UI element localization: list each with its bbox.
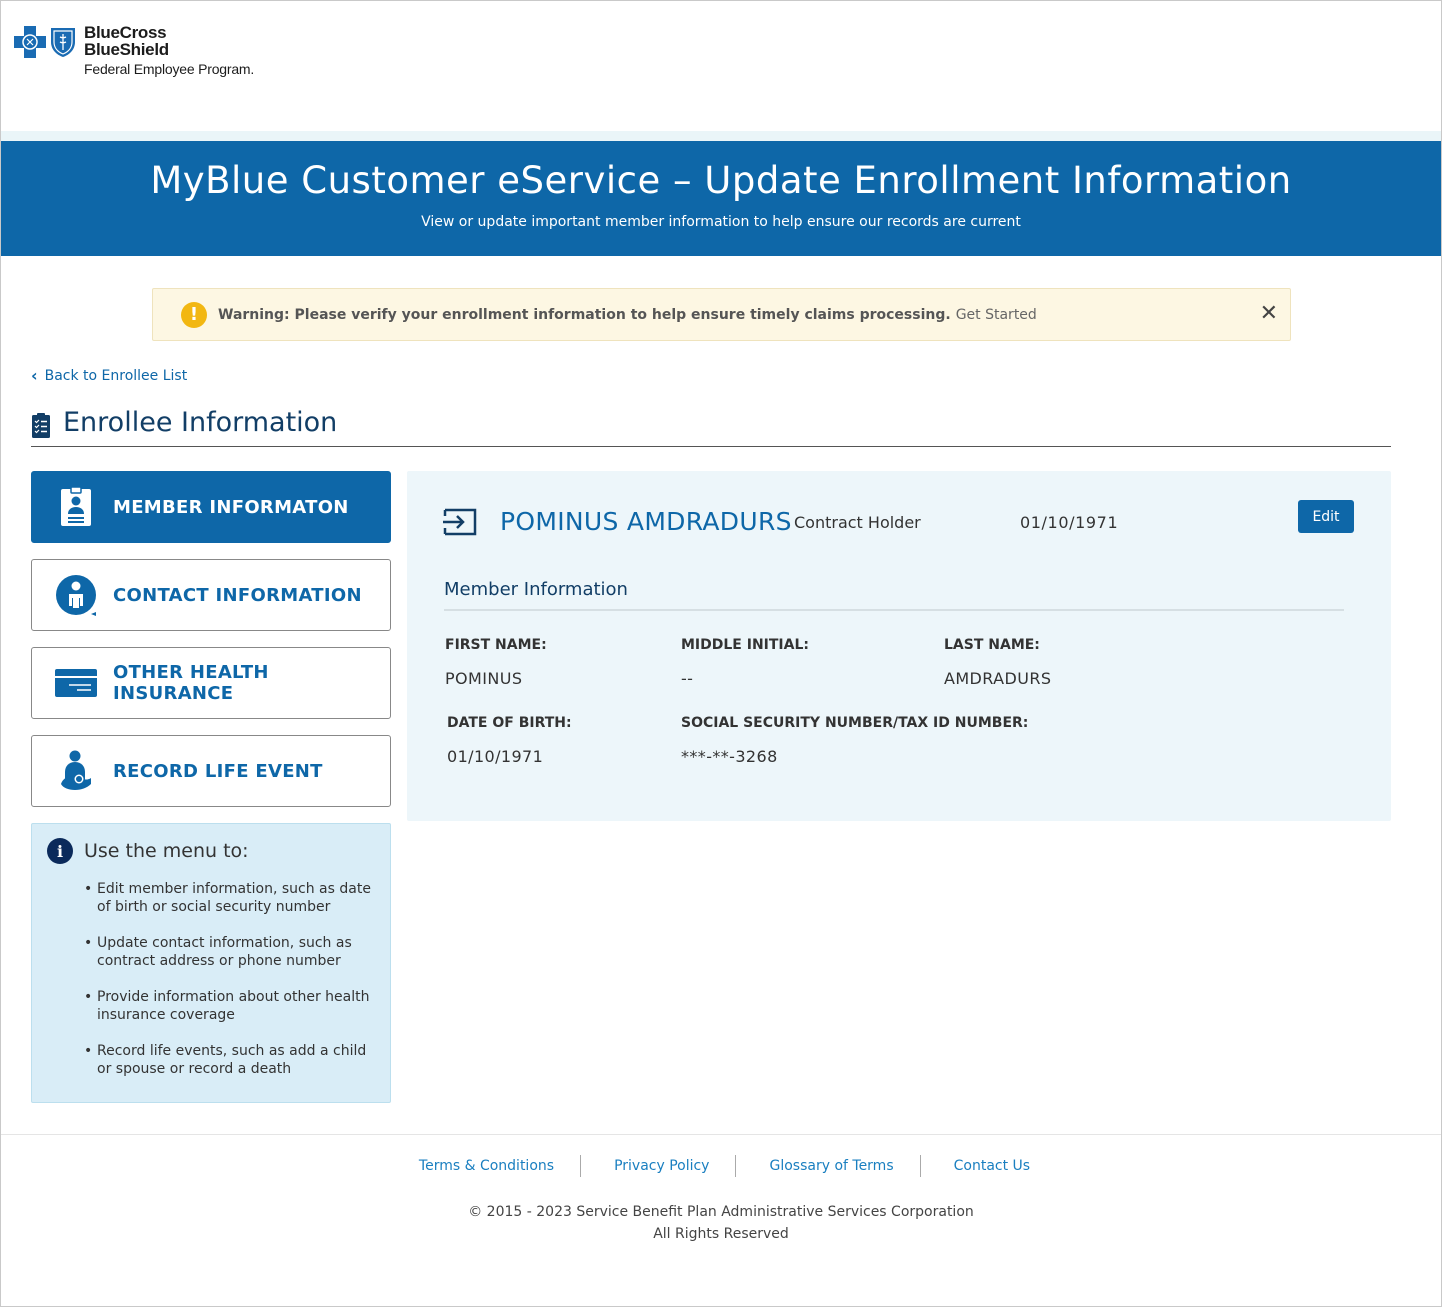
rights-line: All Rights Reserved	[653, 1226, 789, 1242]
header-strip	[1, 131, 1441, 141]
logo-line-1: BlueCross	[84, 23, 167, 42]
glossary-link[interactable]: Glossary of Terms	[735, 1155, 919, 1177]
id-badge-icon	[61, 487, 91, 526]
chevron-left-icon: ‹	[31, 366, 38, 385]
menu-member-information[interactable]: MEMBER INFORMATON	[31, 471, 391, 543]
ssn-value: ***-**-3268	[681, 747, 778, 766]
list-item: Update contact information, such as cont…	[84, 934, 374, 970]
blue-shield-icon	[51, 28, 75, 57]
middle-initial-value: --	[681, 669, 694, 688]
info-icon: i	[47, 838, 73, 864]
close-icon[interactable]: ✕	[1260, 301, 1278, 327]
privacy-link[interactable]: Privacy Policy	[580, 1155, 735, 1177]
page-banner: MyBlue Customer eService – Update Enroll…	[1, 141, 1441, 256]
member-dob-summary: 01/10/1971	[1020, 513, 1119, 532]
list-item: Edit member information, such as date of…	[84, 880, 374, 916]
person-icon	[56, 575, 96, 616]
page-title: MyBlue Customer eService – Update Enroll…	[150, 159, 1292, 202]
ssn-label: SOCIAL SECURITY NUMBER/TAX ID NUMBER:	[681, 715, 1029, 731]
dob-label: DATE OF BIRTH:	[447, 715, 572, 731]
dob-value: 01/10/1971	[447, 747, 544, 766]
blue-cross-icon	[14, 26, 46, 58]
credit-card-icon	[55, 669, 97, 697]
menu-label: CONTACT INFORMATION	[113, 584, 362, 606]
member-info-subheading: Member Information	[444, 579, 1344, 611]
bcbs-logo[interactable]: BlueCross BlueShield Federal Employee Pr…	[14, 24, 254, 78]
warning-text: Warning: Please verify your enrollment i…	[218, 306, 951, 323]
section-title: Enrollee Information	[63, 407, 338, 438]
edit-button[interactable]: Edit	[1298, 500, 1354, 533]
first-name-label: FIRST NAME:	[445, 637, 547, 653]
help-list: Edit member information, such as date of…	[84, 880, 374, 1096]
member-panel: POMINUS AMDRADURS Contract Holder 01/10/…	[407, 471, 1391, 821]
logo-line-3: Federal Employee Program.	[84, 61, 255, 77]
menu-label: RECORD LIFE EVENT	[113, 760, 323, 782]
sign-in-arrow-icon	[443, 508, 477, 536]
member-name: POMINUS AMDRADURS	[500, 507, 792, 536]
contact-link[interactable]: Contact Us	[919, 1155, 1056, 1177]
back-to-enrollee-list-link[interactable]: ‹ Back to Enrollee List	[31, 366, 187, 385]
last-name-value: AMDRADURS	[944, 669, 1052, 688]
help-heading: Use the menu to:	[84, 840, 249, 862]
menu-label: MEMBER INFORMATON	[113, 496, 349, 518]
page-subtitle: View or update important member informat…	[421, 214, 1021, 230]
menu-help-box: i Use the menu to: Edit member informati…	[31, 823, 391, 1103]
copyright: © 2015 - 2023 Service Benefit Plan Admin…	[1, 1201, 1441, 1245]
copyright-line: © 2015 - 2023 Service Benefit Plan Admin…	[468, 1204, 974, 1220]
checklist-icon	[32, 412, 50, 438]
back-link-label: Back to Enrollee List	[44, 367, 188, 384]
logo-line-2: BlueShield	[84, 40, 169, 59]
middle-initial-label: MIDDLE INITIAL:	[681, 637, 809, 653]
menu-contact-information[interactable]: CONTACT INFORMATION	[31, 559, 391, 631]
page-footer: Terms & Conditions Privacy Policy Glossa…	[1, 1134, 1441, 1306]
exclamation-icon: !	[181, 301, 207, 328]
list-item: Record life events, such as add a child …	[84, 1042, 374, 1078]
get-started-link[interactable]: Get Started	[956, 307, 1037, 323]
first-name-value: POMINUS	[445, 669, 523, 688]
menu-other-health-insurance[interactable]: OTHER HEALTH INSURANCE	[31, 647, 391, 719]
warning-alert: ! Warning: Please verify your enrollment…	[152, 288, 1291, 341]
member-role: Contract Holder	[794, 513, 921, 532]
footer-links: Terms & Conditions Privacy Policy Glossa…	[1, 1155, 1441, 1177]
terms-link[interactable]: Terms & Conditions	[386, 1155, 580, 1177]
parent-child-icon	[61, 750, 91, 790]
last-name-label: LAST NAME:	[944, 637, 1040, 653]
menu-label: OTHER HEALTH INSURANCE	[113, 662, 269, 704]
section-header: Enrollee Information	[31, 405, 1391, 447]
menu-record-life-event[interactable]: RECORD LIFE EVENT	[31, 735, 391, 807]
list-item: Provide information about other health i…	[84, 988, 374, 1024]
